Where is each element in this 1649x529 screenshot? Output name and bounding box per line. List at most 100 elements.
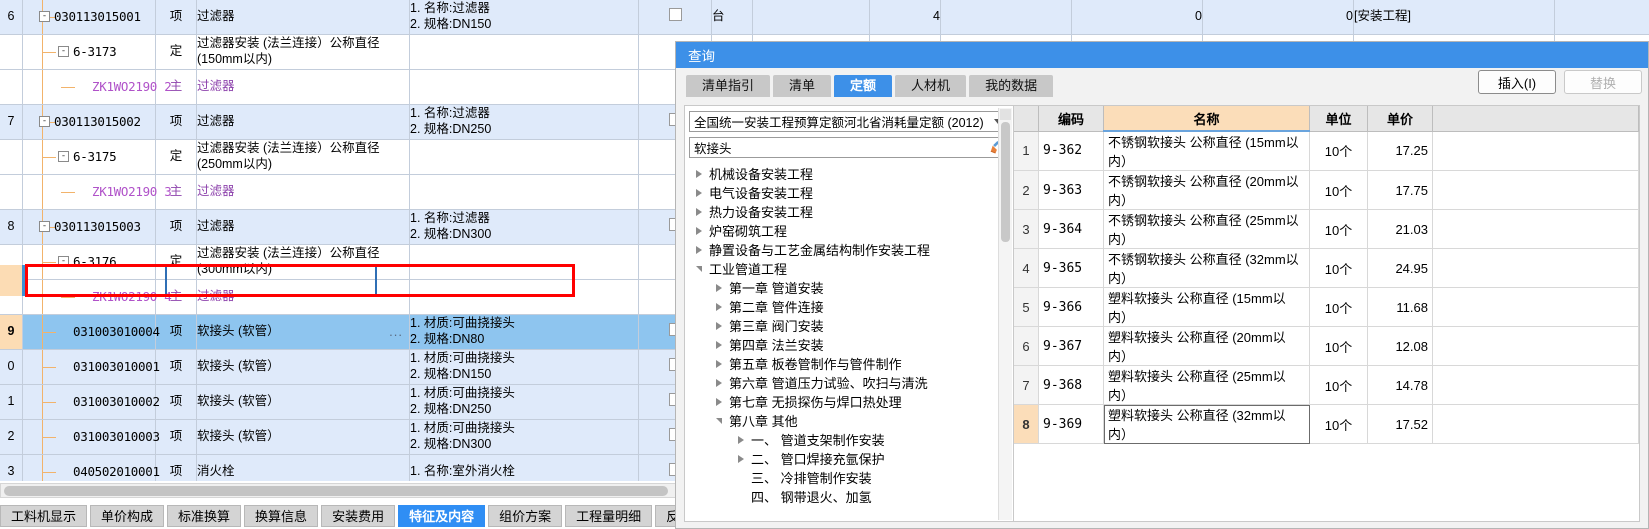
- chevron-right-icon[interactable]: [711, 397, 727, 406]
- tree-node[interactable]: 热力设备安装工程: [685, 202, 1013, 221]
- chevron-down-icon[interactable]: [691, 265, 707, 272]
- item-feature[interactable]: [409, 174, 639, 210]
- dialog-tab-strip[interactable]: 清单指引 清单 定额 人材机 我的数据 插入(I) 替换: [676, 68, 1648, 97]
- row-index[interactable]: 8: [1014, 404, 1039, 444]
- definition-unit[interactable]: 10个: [1309, 404, 1368, 444]
- tree-code-cell[interactable]: -6-3176: [22, 244, 156, 280]
- definition-price[interactable]: 24.95: [1367, 248, 1433, 288]
- chevron-right-icon[interactable]: [691, 207, 707, 216]
- definition-name[interactable]: 不锈钢软接头 公称直径 (20mm以内）: [1103, 170, 1310, 210]
- result-row[interactable]: 3 9-364 不锈钢软接头 公称直径 (25mm以内） 10个 21.03: [1014, 209, 1639, 249]
- bottom-tab-4[interactable]: 安装费用: [321, 505, 396, 527]
- more-options-icon[interactable]: ...: [389, 324, 403, 340]
- tree-code-cell[interactable]: 031003010001: [22, 349, 160, 385]
- item-feature[interactable]: [409, 69, 639, 105]
- tree-node[interactable]: 电气设备安装工程: [685, 183, 1013, 202]
- definition-price[interactable]: 12.08: [1367, 326, 1433, 366]
- tree-code-cell[interactable]: -030113015002: [22, 104, 156, 140]
- tree-expander-icon[interactable]: -: [58, 256, 69, 267]
- tree-node[interactable]: 静置设备与工艺金属结构制作安装工程: [685, 240, 1013, 259]
- chevron-right-icon[interactable]: [691, 169, 707, 178]
- chevron-right-icon[interactable]: [691, 245, 707, 254]
- definition-code[interactable]: 9-369: [1038, 404, 1104, 444]
- tree-node[interactable]: 第四章 法兰安装: [685, 335, 1013, 354]
- bottom-tab-6[interactable]: 组价方案: [488, 505, 563, 527]
- lock-checkbox-cell[interactable]: [638, 0, 712, 35]
- definition-name[interactable]: 塑料软接头 公称直径 (20mm以内）: [1103, 326, 1310, 366]
- row-index[interactable]: 6: [1014, 326, 1039, 366]
- definition-unit[interactable]: 10个: [1309, 131, 1368, 171]
- definition-price[interactable]: 14.78: [1367, 365, 1433, 405]
- chevron-right-icon[interactable]: [691, 226, 707, 235]
- dialog-tab-2[interactable]: 定额: [834, 75, 893, 97]
- tree-node[interactable]: 第三章 阀门安装: [685, 316, 1013, 335]
- insert-button[interactable]: 插入(I): [1478, 70, 1556, 94]
- bottom-tab-0[interactable]: 工料机显示: [0, 505, 88, 527]
- tree-code-cell[interactable]: 031003010003: [22, 419, 160, 455]
- dialog-action-buttons[interactable]: 插入(I) 替换: [1478, 70, 1642, 94]
- definition-name[interactable]: 塑料软接头 公称直径 (25mm以内）: [1103, 365, 1310, 405]
- item-name[interactable]: ... 软接头 (软管）: [196, 314, 410, 350]
- tree-code-cell[interactable]: ZK1WO2190 3: [22, 174, 172, 210]
- result-row[interactable]: 6 9-367 塑料软接头 公称直径 (20mm以内） 10个 12.08: [1014, 326, 1639, 366]
- result-row[interactable]: 2 9-363 不锈钢软接头 公称直径 (20mm以内） 10个 17.75: [1014, 170, 1639, 210]
- definition-name[interactable]: 塑料软接头 公称直径 (32mm以内）: [1103, 404, 1310, 444]
- result-row[interactable]: 1 9-362 不锈钢软接头 公称直径 (15mm以内） 10个 17.25: [1014, 131, 1639, 171]
- dialog-tab-0[interactable]: 清单指引: [686, 75, 771, 97]
- item-feature[interactable]: 1. 材质:可曲挠接头 2. 规格:DN250: [409, 384, 639, 420]
- bottom-tab-1[interactable]: 单价构成: [90, 505, 165, 527]
- item-feature[interactable]: [409, 244, 639, 280]
- table-row[interactable]: 6-030113015001 项过滤器 1. 名称:过滤器 2. 规格:DN150 台 4…: [0, 0, 1649, 35]
- column-header-0[interactable]: [1014, 106, 1039, 132]
- definition-price[interactable]: 11.68: [1367, 287, 1433, 327]
- query-dialog[interactable]: 查询 清单指引 清单 定额 人材机 我的数据 插入(I) 替换 全国统一安装工程预算定额河北…: [675, 41, 1649, 529]
- row-index[interactable]: 2: [1014, 170, 1039, 210]
- tree-scrollbar[interactable]: [998, 108, 1012, 520]
- row-index[interactable]: 5: [1014, 287, 1039, 327]
- tree-expander-icon[interactable]: -: [39, 221, 50, 232]
- chevron-right-icon[interactable]: [711, 302, 727, 311]
- result-row[interactable]: 8 9-369 塑料软接头 公称直径 (32mm以内） 10个 17.52: [1014, 404, 1639, 444]
- value-cell-c[interactable]: 0: [1202, 0, 1354, 35]
- item-feature[interactable]: [409, 279, 639, 315]
- chevron-down-icon[interactable]: [711, 417, 727, 424]
- tree-scrollbar-thumb[interactable]: [1001, 122, 1010, 242]
- row-index[interactable]: 3: [1014, 209, 1039, 249]
- tree-node[interactable]: 二、 管口焊接充氩保护: [685, 449, 1013, 468]
- quantity-cell[interactable]: 4: [869, 0, 941, 35]
- tree-code-cell[interactable]: ZK1WO2190 4: [22, 279, 172, 315]
- chevron-right-icon[interactable]: [711, 283, 727, 292]
- item-feature[interactable]: 1. 材质:可曲挠接头 2. 规格:DN80: [409, 314, 639, 350]
- definition-result-table[interactable]: 编码 名称 单位 单价 1 9-362 不锈钢软接头 公称直径 (15mm以内） 10个 17.…: [1014, 106, 1639, 444]
- checkbox[interactable]: [668, 8, 682, 22]
- definition-name[interactable]: 不锈钢软接头 公称直径 (32mm以内）: [1103, 248, 1310, 288]
- bottom-tab-3[interactable]: 换算信息: [244, 505, 319, 527]
- item-feature[interactable]: [409, 34, 639, 70]
- tree-node[interactable]: 机械设备安装工程: [685, 164, 1013, 183]
- definition-unit[interactable]: 10个: [1309, 248, 1368, 288]
- value-cell-a[interactable]: [940, 0, 1072, 35]
- dialog-tab-3[interactable]: 人材机: [895, 75, 967, 97]
- tree-expander-icon[interactable]: -: [58, 151, 69, 162]
- definition-code[interactable]: 9-368: [1038, 365, 1104, 405]
- grid-horizontal-scrollbar[interactable]: [0, 483, 678, 498]
- definition-unit[interactable]: 10个: [1309, 170, 1368, 210]
- item-name[interactable]: 过滤器: [196, 279, 410, 315]
- definition-code[interactable]: 9-365: [1038, 248, 1104, 288]
- definition-unit[interactable]: 10个: [1309, 209, 1368, 249]
- tree-node[interactable]: 第五章 板卷管制作与管件制作: [685, 354, 1013, 373]
- definition-unit[interactable]: 10个: [1309, 365, 1368, 405]
- tree-code-cell[interactable]: ZK1WO2190 2: [22, 69, 172, 105]
- chevron-right-icon[interactable]: [711, 378, 727, 387]
- result-row[interactable]: 5 9-366 塑料软接头 公称直径 (15mm以内） 10个 11.68: [1014, 287, 1639, 327]
- result-row[interactable]: 7 9-368 塑料软接头 公称直径 (25mm以内） 10个 14.78: [1014, 365, 1639, 405]
- tree-node[interactable]: 第八章 其他: [685, 411, 1013, 430]
- item-name[interactable]: 软接头 (软管）: [196, 384, 410, 420]
- definition-code[interactable]: 9-366: [1038, 287, 1104, 327]
- tree-node[interactable]: 第二章 管件连接: [685, 297, 1013, 316]
- bottom-tab-2[interactable]: 标准换算: [167, 505, 242, 527]
- scrollbar-thumb[interactable]: [4, 486, 668, 496]
- tree-node[interactable]: 三、 冷排管制作安装: [685, 468, 1013, 487]
- dialog-tab-4[interactable]: 我的数据: [969, 75, 1054, 97]
- value-cell-b[interactable]: 0: [1071, 0, 1203, 35]
